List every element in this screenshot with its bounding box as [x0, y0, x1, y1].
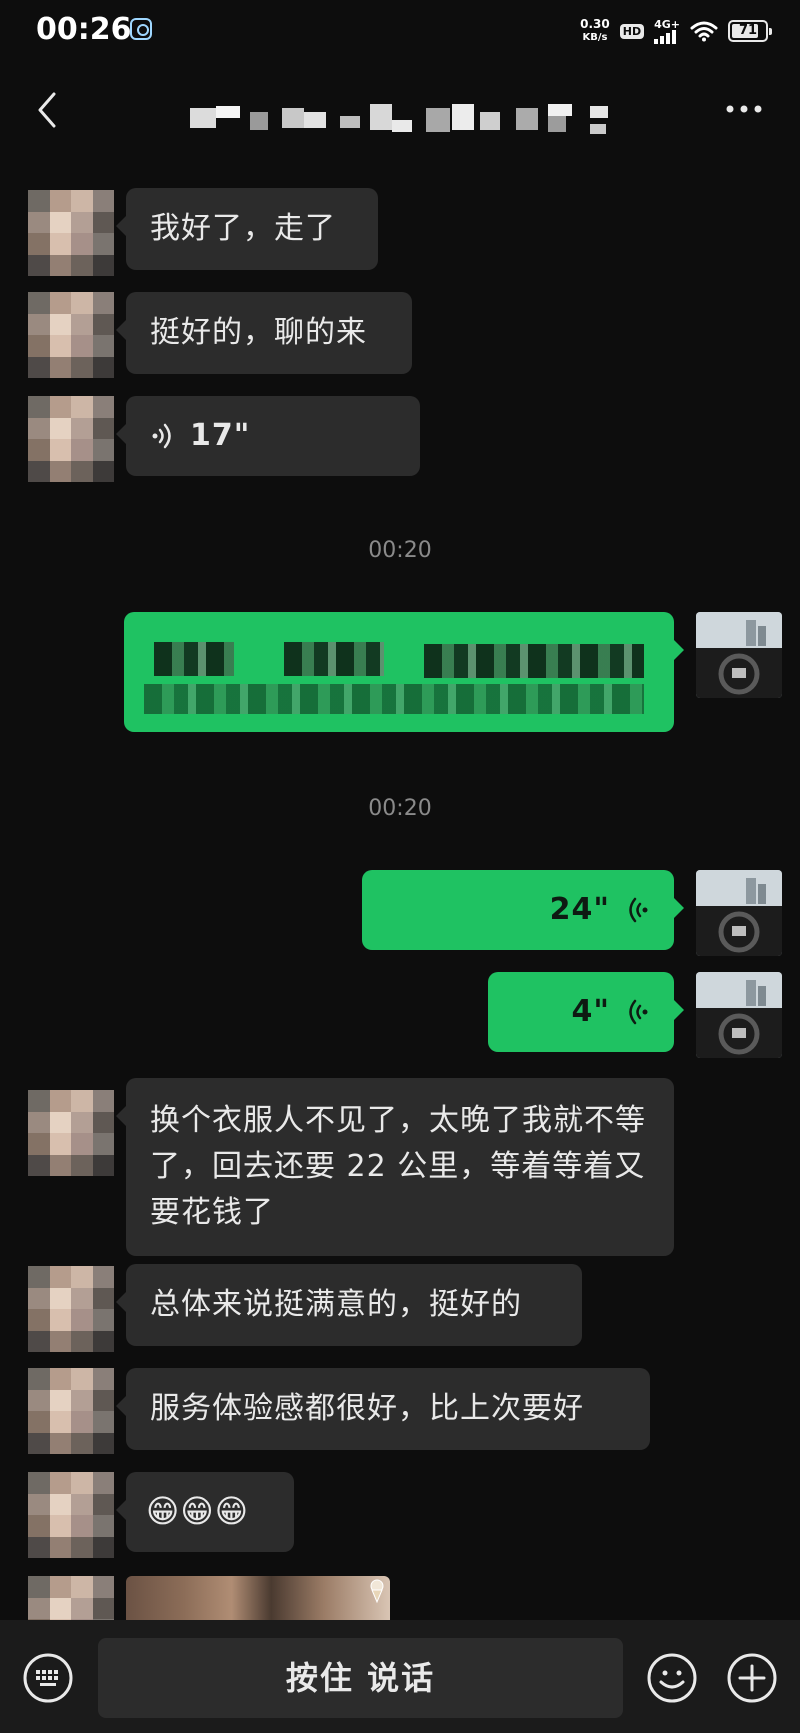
network-speed-value: 0.30 — [580, 17, 610, 31]
incoming-message[interactable]: 换个衣服人不见了，太晚了我就不等了，回去还要 22 公里，等着等着又要花钱了 — [116, 1078, 674, 1256]
plus-icon[interactable] — [726, 1652, 778, 1704]
ice-cream-sticker-icon — [370, 1579, 384, 1604]
redacted-text-line — [424, 644, 644, 678]
cellular-signal-icon: 4G+ — [654, 19, 680, 44]
battery-icon: 71 — [728, 20, 772, 42]
chevron-left-icon[interactable] — [28, 88, 68, 132]
chat-title-redacted — [190, 104, 608, 134]
voice-wave-icon — [629, 897, 648, 923]
message-text: 服务体验感都很好，比上次要好 — [150, 1391, 584, 1426]
notification-app-icon — [130, 18, 152, 40]
redacted-text-line — [154, 642, 234, 676]
my-avatar[interactable] — [696, 972, 782, 1058]
contact-avatar[interactable] — [28, 1266, 114, 1352]
message-text: 换个衣服人不见了，太晚了我就不等了，回去还要 22 公里，等着等着又要花钱了 — [150, 1103, 646, 1230]
emoji-grin-icon: 😁😁😁 — [146, 1492, 250, 1530]
hd-badge: HD — [619, 23, 645, 39]
status-indicators: 0.30 KB/s HD 4G+ 71 — [580, 16, 772, 46]
contact-avatar[interactable] — [28, 396, 114, 482]
battery-level: 71 — [738, 23, 758, 38]
contact-avatar[interactable] — [28, 292, 114, 378]
car-dashboard-photo — [696, 612, 782, 698]
chat-input-bar: 按住 说话 — [0, 1620, 800, 1733]
more-dots-icon[interactable] — [724, 94, 764, 124]
network-speed: 0.30 KB/s — [580, 18, 610, 44]
voice-duration: 4" — [571, 994, 610, 1029]
contact-avatar[interactable] — [28, 1472, 114, 1558]
incoming-message[interactable]: 我好了，走了 — [116, 188, 378, 270]
chat-timestamp: 00:20 — [368, 538, 432, 563]
contact-avatar[interactable] — [28, 190, 114, 276]
voice-wave-icon — [152, 423, 171, 449]
my-avatar[interactable] — [696, 870, 782, 956]
chat-header — [0, 70, 800, 150]
incoming-message[interactable]: 总体来说挺满意的，挺好的 — [116, 1264, 582, 1346]
my-avatar[interactable] — [696, 612, 782, 698]
contact-avatar[interactable] — [28, 1090, 114, 1176]
incoming-voice-message[interactable]: 17" — [116, 396, 420, 476]
incoming-emoji-message[interactable]: 😁😁😁 — [116, 1472, 294, 1552]
message-text: 总体来说挺满意的，挺好的 — [150, 1287, 522, 1322]
voice-duration: 17" — [190, 418, 251, 453]
outgoing-voice-message[interactable]: 24" — [362, 870, 684, 950]
voice-duration: 24" — [549, 892, 610, 927]
car-dashboard-photo — [696, 972, 782, 1058]
message-text: 我好了，走了 — [150, 211, 336, 246]
emoji-icon[interactable] — [646, 1652, 698, 1704]
car-dashboard-photo — [696, 870, 782, 956]
incoming-message[interactable]: 挺好的，聊的来 — [116, 292, 412, 374]
wifi-icon — [690, 21, 718, 42]
status-time: 00:26 — [36, 12, 132, 47]
chat-timestamp: 00:20 — [368, 796, 432, 821]
contact-avatar[interactable] — [28, 1576, 114, 1620]
outgoing-voice-message[interactable]: 4" — [488, 972, 684, 1052]
incoming-message[interactable]: 服务体验感都很好，比上次要好 — [116, 1368, 650, 1450]
status-bar: 00:26 0.30 KB/s HD 4G+ 71 — [0, 0, 800, 60]
voice-wave-icon — [629, 999, 648, 1025]
outgoing-message-redacted[interactable] — [124, 612, 684, 732]
redacted-text-line — [144, 684, 644, 714]
message-text: 挺好的，聊的来 — [150, 315, 367, 350]
signal-label: 4G+ — [654, 17, 680, 31]
redacted-text-line — [284, 642, 384, 676]
network-speed-unit: KB/s — [582, 32, 608, 43]
hold-to-talk-button[interactable]: 按住 说话 — [98, 1638, 623, 1718]
keyboard-icon[interactable] — [22, 1652, 74, 1704]
contact-avatar[interactable] — [28, 1368, 114, 1454]
